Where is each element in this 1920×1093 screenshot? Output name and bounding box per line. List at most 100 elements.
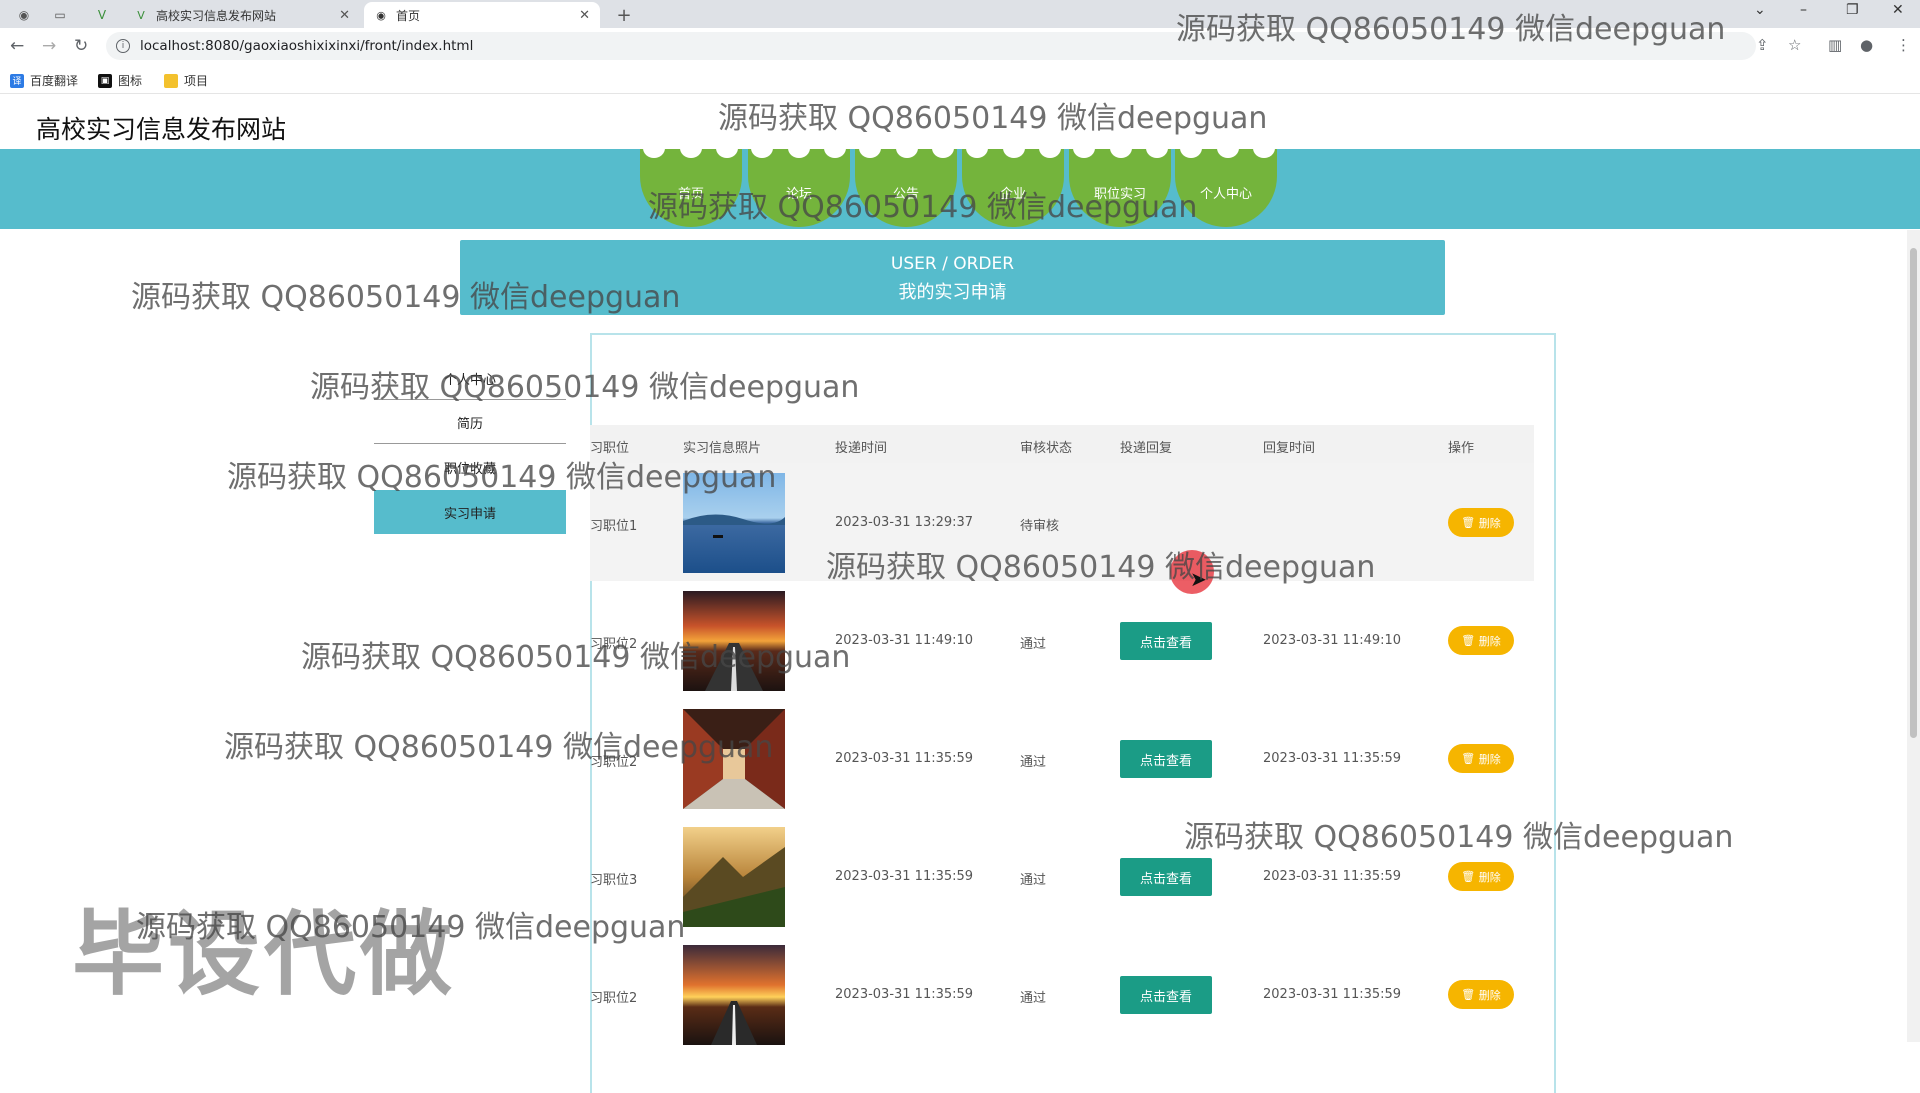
view-reply-button[interactable]: 点击查看 — [1120, 622, 1212, 660]
blank-tab-icon[interactable]: ▭ — [46, 4, 74, 26]
watermark: 源码获取 QQ86050149 微信deepguan — [131, 280, 681, 315]
watermark: 源码获取 QQ86050149 微信deepguan — [227, 460, 777, 495]
watermark: 源码获取 QQ86050149 微信deepguan — [136, 910, 686, 945]
submit-time-cell: 2023-03-31 13:29:37 — [835, 515, 974, 530]
nav-scallop — [1253, 138, 1275, 158]
menu-icon[interactable]: ⋮ — [1896, 36, 1911, 54]
view-reply-button[interactable]: 点击查看 — [1120, 858, 1212, 896]
close-icon[interactable]: ✕ — [339, 8, 350, 23]
bookmark-label: 百度翻译 — [30, 74, 79, 88]
status-cell: 通过 — [1020, 873, 1047, 888]
tab-site[interactable]: V 高校实习信息发布网站 ✕ — [124, 2, 360, 28]
reply-time-cell: 2023-03-31 11:35:59 — [1263, 869, 1402, 884]
nav-scallop — [680, 138, 702, 158]
nav-scallop — [1073, 138, 1095, 158]
close-window-icon[interactable]: ✕ — [1892, 2, 1904, 18]
nav-scallop — [751, 138, 773, 158]
tab-title: 首页 — [396, 8, 421, 23]
sidepanel-icon[interactable]: ▥ — [1828, 36, 1842, 54]
close-icon[interactable]: ✕ — [579, 8, 590, 23]
info-icon[interactable]: i — [116, 39, 130, 53]
watermark: 源码获取 QQ86050149 微信deepguan — [1176, 12, 1726, 47]
view-reply-button[interactable]: 点击查看 — [1120, 740, 1212, 778]
reply-time-cell: 2023-03-31 11:49:10 — [1263, 633, 1402, 648]
nav-scallop — [896, 138, 918, 158]
watermark: 源码获取 QQ86050149 微信deepguan — [648, 190, 1198, 225]
nav-scallop — [1217, 138, 1239, 158]
trash-icon: 🗑 — [1461, 752, 1476, 765]
bookmark-label: 项目 — [184, 74, 209, 88]
forward-icon[interactable]: → — [42, 36, 56, 56]
delete-button[interactable]: 🗑 删除 — [1448, 862, 1514, 891]
nav-scallop — [716, 138, 738, 158]
reload-icon[interactable]: ↻ — [74, 36, 88, 56]
photo-mountain — [683, 827, 785, 927]
position-cell: 习职位1 — [590, 519, 638, 534]
profile-icon[interactable]: ● — [1860, 36, 1873, 54]
submit-time-cell: 2023-03-31 11:35:59 — [835, 869, 974, 884]
image-icon: ▣ — [98, 73, 112, 88]
position-cell: 习职位2 — [590, 991, 638, 1006]
delete-button[interactable]: 🗑 删除 — [1448, 744, 1514, 773]
nav-scallop — [1180, 138, 1202, 158]
share-icon[interactable]: ⇪ — [1756, 36, 1769, 54]
status-cell: 通过 — [1020, 637, 1047, 652]
view-reply-button[interactable]: 点击查看 — [1120, 976, 1212, 1014]
restore-icon[interactable]: ❐ — [1846, 2, 1859, 18]
column-header: 投递回复 — [1120, 441, 1173, 456]
star-icon[interactable]: ☆ — [1788, 36, 1801, 54]
watermark: 源码获取 QQ86050149 微信deepguan — [1184, 820, 1734, 855]
translate-icon: 译 — [10, 73, 24, 88]
nav-scallop — [932, 138, 954, 158]
delete-label: 删除 — [1478, 516, 1501, 530]
nav-scallop — [788, 138, 810, 158]
status-cell: 通过 — [1020, 755, 1047, 770]
chevron-down-icon[interactable]: ⌄ — [1754, 2, 1766, 18]
column-header: 回复时间 — [1263, 441, 1316, 456]
bookmark-item[interactable]: 项目 — [164, 72, 208, 89]
column-header: 投递时间 — [835, 441, 888, 456]
sidebar-item-applications[interactable]: 实习申请 — [374, 490, 566, 534]
nav-scallop — [859, 138, 881, 158]
banner-en-title: USER / ORDER — [890, 254, 1015, 274]
trash-icon: 🗑 — [1461, 516, 1476, 529]
bookmark-item[interactable]: 译 百度翻译 — [10, 72, 78, 89]
vue-icon[interactable]: V — [88, 4, 116, 26]
site-title: 高校实习信息发布网站 — [36, 115, 287, 144]
delete-button[interactable]: 🗑 删除 — [1448, 508, 1514, 537]
delete-label: 删除 — [1478, 752, 1501, 766]
watermark: 源码获取 QQ86050149 微信deepguan — [224, 730, 774, 765]
bookmarks-bar: 译 百度翻译 ▣ 图标 项目 — [0, 68, 1920, 94]
trash-icon: 🗑 — [1461, 634, 1476, 647]
delete-button[interactable]: 🗑 删除 — [1448, 980, 1514, 1009]
new-tab-icon[interactable]: + — [610, 4, 638, 26]
sidebar-divider — [374, 443, 566, 444]
bookmark-item[interactable]: ▣ 图标 — [98, 72, 142, 89]
watermark: 源码获取 QQ86050149 微信deepguan — [310, 370, 860, 405]
tab-home[interactable]: ◉ 首页 ✕ — [364, 2, 600, 28]
big-watermark: 毕设代做 — [72, 901, 457, 1008]
page-scrollbar[interactable] — [1907, 230, 1920, 1042]
position-cell: 习职位3 — [590, 873, 638, 888]
nav-scallop — [643, 138, 665, 158]
delete-button[interactable]: 🗑 删除 — [1448, 626, 1514, 655]
tab-title: 高校实习信息发布网站 — [156, 8, 277, 23]
scrollbar-thumb[interactable] — [1910, 248, 1917, 738]
sidebar-item-resume[interactable]: 简历 — [374, 413, 566, 432]
submit-time-cell: 2023-03-31 11:35:59 — [835, 751, 974, 766]
bookmark-label: 图标 — [118, 74, 143, 88]
reply-time-cell: 2023-03-31 11:35:59 — [1263, 987, 1402, 1002]
back-icon[interactable]: ← — [10, 36, 24, 56]
photo-sunset-road — [683, 945, 785, 1045]
submit-time-cell: 2023-03-31 11:35:59 — [835, 987, 974, 1002]
submit-time-cell: 2023-03-31 11:49:10 — [835, 633, 974, 648]
globe-icon[interactable]: ◉ — [10, 4, 38, 26]
nav-scallop — [966, 138, 988, 158]
nav-scallop — [1039, 138, 1061, 158]
trash-icon: 🗑 — [1461, 988, 1476, 1001]
url-text: localhost:8080/gaoxiaoshixixinxi/front/i… — [140, 38, 474, 54]
nav-scallop — [1110, 138, 1132, 158]
minimize-icon[interactable]: – — [1800, 2, 1807, 18]
watermark: 源码获取 QQ86050149 微信deepguan — [301, 640, 851, 675]
status-cell: 待审核 — [1020, 519, 1060, 534]
